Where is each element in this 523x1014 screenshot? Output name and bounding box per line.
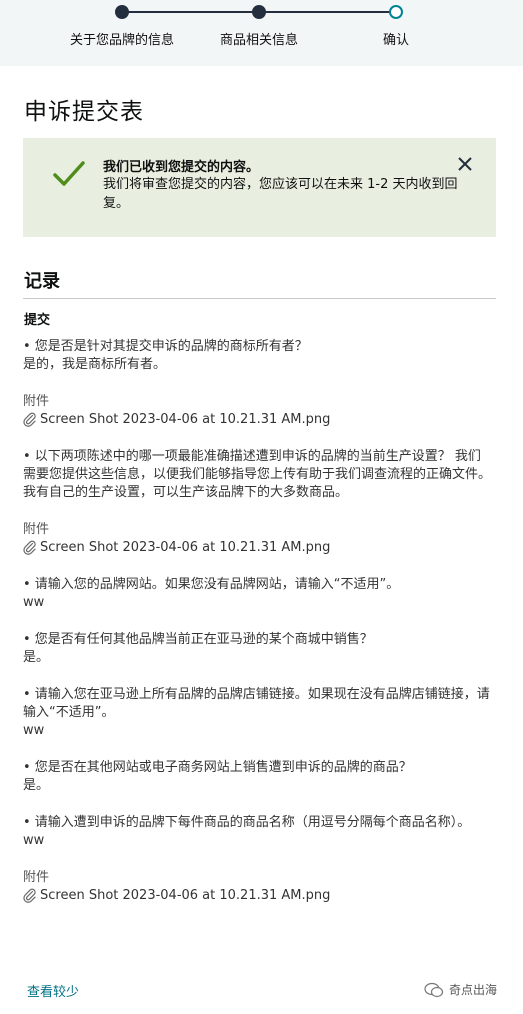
answer-text: ww <box>23 595 45 610</box>
step-dot-confirm <box>389 5 403 19</box>
answer-text: 是。 <box>23 778 50 793</box>
question-text: • 您是否有任何其他品牌当前正在亚马逊的某个商城中销售？ <box>23 632 373 647</box>
alert-title: 我们已收到您提交的内容。 <box>103 160 260 175</box>
attachment-file-link[interactable]: Screen Shot 2023-04-06 at 10.21.31 AM.pn… <box>23 411 491 429</box>
attachment-file-link[interactable]: Screen Shot 2023-04-06 at 10.21.31 AM.pn… <box>23 539 491 557</box>
answer-text: 我有自己的生产设置，可以生产该品牌下的大多数商品。 <box>23 485 349 500</box>
attachment-filename: Screen Shot 2023-04-06 at 10.21.31 AM.pn… <box>40 888 331 903</box>
qa-item-production-setup: • 以下两项陈述中的哪一项最能准确描述遭到申诉的品牌的当前生产设置？ 我们需要您… <box>23 448 491 502</box>
paperclip-icon <box>23 412 36 427</box>
attachment-item: 附件 Screen Shot 2023-04-06 at 10.21.31 AM… <box>23 869 491 905</box>
question-text: • 请输入您的品牌网站。如果您没有品牌网站，请输入“不适用”。 <box>23 577 400 592</box>
stepper-line-2 <box>259 11 396 13</box>
step-label-confirm: 确认 <box>382 33 410 48</box>
close-icon[interactable] <box>455 154 475 174</box>
question-text: • 您是否在其他网站或电子商务网站上销售遭到申诉的品牌的商品？ <box>23 760 412 775</box>
checkmark-icon <box>53 161 85 186</box>
watermark-text: 奇点出海 <box>449 983 498 997</box>
answer-text: 是。 <box>23 650 50 665</box>
attachment-filename: Screen Shot 2023-04-06 at 10.21.31 AM.pn… <box>40 540 331 555</box>
success-alert: 我们已收到您提交的内容。 我们将审查您提交的内容，您应该可以在未来 1-2 天内… <box>23 138 496 237</box>
attachment-item: 附件 Screen Shot 2023-04-06 at 10.21.31 AM… <box>23 521 491 557</box>
answer-text: ww <box>23 833 45 848</box>
question-text: • 以下两项陈述中的哪一项最能准确描述遭到申诉的品牌的当前生产设置？ 我们需要您… <box>23 449 492 482</box>
watermark: 奇点出海 <box>424 981 497 998</box>
step-dot-product-info <box>252 5 266 19</box>
qa-item-other-brands: • 您是否有任何其他品牌当前正在亚马逊的某个商城中销售？ 是。 <box>23 631 491 667</box>
submission-details: • 您是否是针对其提交申诉的品牌的商标所有者？ 是的，我是商标所有者。 附件 S… <box>23 338 491 924</box>
page-title: 申诉提交表 <box>24 99 144 125</box>
wechat-icon <box>424 982 444 997</box>
step-label-brand-info: 关于您品牌的信息 <box>69 33 175 48</box>
qa-item-other-websites: • 您是否在其他网站或电子商务网站上销售遭到申诉的品牌的商品？ 是。 <box>23 759 491 795</box>
attachment-label: 附件 <box>23 522 50 537</box>
attachment-item: 附件 Screen Shot 2023-04-06 at 10.21.31 AM… <box>23 393 491 429</box>
qa-item-trademark-owner: • 您是否是针对其提交申诉的品牌的商标所有者？ 是的，我是商标所有者。 <box>23 338 491 374</box>
progress-stepper: 关于您品牌的信息 商品相关信息 确认 <box>0 0 523 66</box>
step-label-product-info: 商品相关信息 <box>219 33 299 48</box>
attachment-file-link[interactable]: Screen Shot 2023-04-06 at 10.21.31 AM.pn… <box>23 887 491 905</box>
question-text: • 请输入遭到申诉的品牌下每件商品的商品名称（用逗号分隔每个商品名称）。 <box>23 815 471 830</box>
stepper-line-1 <box>122 11 259 13</box>
attachment-filename: Screen Shot 2023-04-06 at 10.21.31 AM.pn… <box>40 412 331 427</box>
record-section-title: 记录 <box>24 271 60 292</box>
qa-item-brand-store-links: • 请输入您在亚马逊上所有品牌的品牌店铺链接。如果现在没有品牌店铺链接，请输入“… <box>23 686 491 740</box>
step-dot-brand-info <box>115 5 129 19</box>
qa-item-brand-website: • 请输入您的品牌网站。如果您没有品牌网站，请输入“不适用”。 ww <box>23 576 491 612</box>
attachment-label: 附件 <box>23 870 50 885</box>
question-text: • 您是否是针对其提交申诉的品牌的商标所有者？ <box>23 339 308 354</box>
qa-item-product-names: • 请输入遭到申诉的品牌下每件商品的商品名称（用逗号分隔每个商品名称）。 ww <box>23 814 491 850</box>
section-divider <box>23 298 496 299</box>
show-less-link[interactable]: 查看较少 <box>27 981 79 1000</box>
answer-text: 是的，我是商标所有者。 <box>23 357 167 372</box>
submission-heading: 提交 <box>24 313 51 328</box>
answer-text: ww <box>23 723 45 738</box>
alert-body: 我们将审查您提交的内容，您应该可以在未来 1-2 天内收到回复。 <box>103 177 458 211</box>
paperclip-icon <box>23 540 36 555</box>
paperclip-icon <box>23 888 36 903</box>
attachment-label: 附件 <box>23 394 50 409</box>
question-text: • 请输入您在亚马逊上所有品牌的品牌店铺链接。如果现在没有品牌店铺链接，请输入“… <box>23 687 490 720</box>
